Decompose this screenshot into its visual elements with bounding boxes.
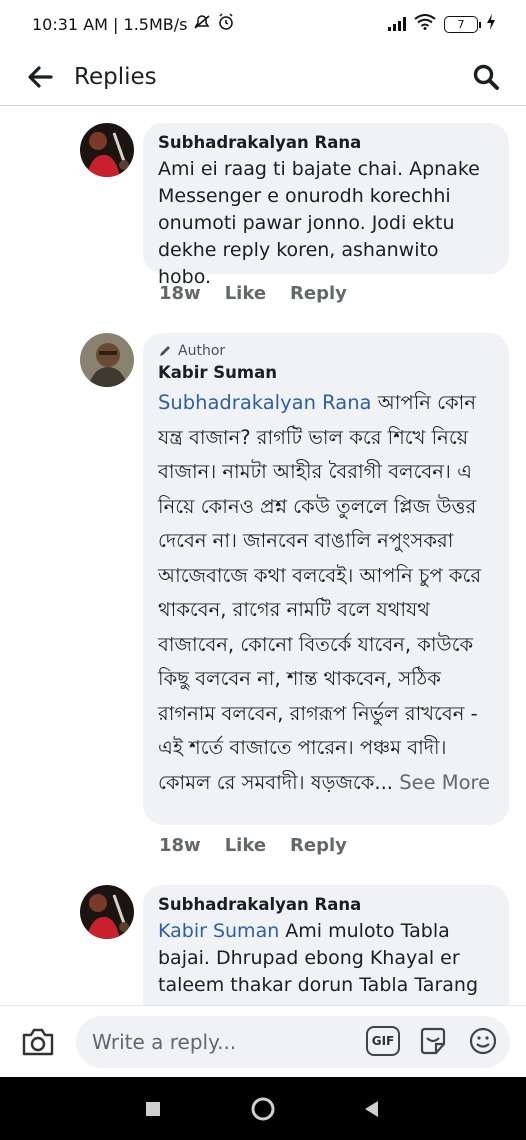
pencil-icon [160,346,170,356]
status-bar: 10:31 AM | 1.5MB/s 7 [0,0,526,48]
comment-text: Ami ei raag ti bajate chai. Apnake Messe… [158,158,480,288]
status-left: 10:31 AM | 1.5MB/s [32,13,235,35]
battery-icon: 7 [444,15,481,33]
comment-bubble[interactable]: Subhadrakalyan Rana Kabir Suman Ami mulo… [143,885,509,1005]
reply-button[interactable]: Reply [290,835,347,856]
avatar[interactable] [80,123,134,177]
comment-text: Subhadrakalyan Rana আপনি কোন যন্ত্র বাজা… [158,386,494,800]
like-button[interactable]: Like [225,283,266,304]
comment-actions: 18w Like Reply [159,283,347,304]
sticker-icon [420,1027,446,1055]
comment-text: Kabir Suman Ami muloto Tabla bajai. Dhru… [158,918,494,999]
author-badge-label: Author [178,343,226,359]
dnd-icon [193,14,211,34]
sticker-button[interactable] [416,1024,450,1058]
app-header: Replies [0,48,526,106]
status-time: 10:31 AM | 1.5MB/s [32,14,188,34]
comment-item: Author Kabir Suman Subhadrakalyan Rana আ… [0,327,526,867]
reply-box[interactable]: GIF [76,1016,510,1068]
mention-link[interactable]: Kabir Suman [158,920,279,942]
reply-composer: GIF [0,1005,526,1077]
smiley-icon [469,1027,497,1055]
mention-link[interactable]: Subhadrakalyan Rana [158,391,372,414]
camera-icon [22,1028,54,1055]
search-button[interactable] [464,55,508,99]
alarm-icon [217,13,235,35]
avatar[interactable] [80,885,134,939]
comment-author[interactable]: Subhadrakalyan Rana [158,895,494,914]
avatar[interactable] [80,333,134,387]
battery-level: 7 [457,17,465,31]
camera-button[interactable] [18,1022,58,1062]
system-nav-bar [0,1077,526,1140]
nav-back-button[interactable] [357,1095,385,1123]
comment-item: Subhadrakalyan Rana Ami ei raag ti bajat… [0,107,526,312]
search-icon [473,64,499,90]
page-title: Replies [74,63,157,90]
reply-input[interactable] [92,1030,342,1054]
gif-button[interactable]: GIF [366,1026,400,1056]
replies-feed[interactable]: Subhadrakalyan Rana Ami ei raag ti bajat… [0,107,526,1005]
arrow-left-icon [28,65,53,88]
recents-button[interactable] [139,1095,167,1123]
comment-author[interactable]: Kabir Suman [158,363,494,382]
comment-body: আপনি কোন যন্ত্র বাজান? রাগটি ভাল করে শিখ… [158,391,482,794]
see-more-link[interactable]: See More [393,771,490,794]
emoji-button[interactable] [466,1024,500,1058]
home-button[interactable] [249,1095,277,1123]
like-button[interactable]: Like [225,835,266,856]
comment-time[interactable]: 18w [159,283,201,304]
signal-icon [388,17,406,31]
wifi-icon [414,14,436,34]
reply-button[interactable]: Reply [290,283,347,304]
triangle-icon [365,1101,378,1117]
square-icon [146,1102,160,1116]
charging-icon [486,14,496,34]
comment-actions: 18w Like Reply [159,835,347,856]
comment-bubble[interactable]: Author Kabir Suman Subhadrakalyan Rana আ… [143,333,509,825]
author-badge: Author [158,343,494,359]
status-right: 7 [388,14,496,34]
comment-author[interactable]: Subhadrakalyan Rana [158,133,494,152]
back-button[interactable] [18,55,62,99]
comment-time[interactable]: 18w [159,835,201,856]
circle-icon [251,1097,275,1121]
comment-item: Subhadrakalyan Rana Kabir Suman Ami mulo… [0,882,526,1005]
reply-box-actions: GIF [366,1024,500,1058]
comment-bubble[interactable]: Subhadrakalyan Rana Ami ei raag ti bajat… [143,123,509,288]
